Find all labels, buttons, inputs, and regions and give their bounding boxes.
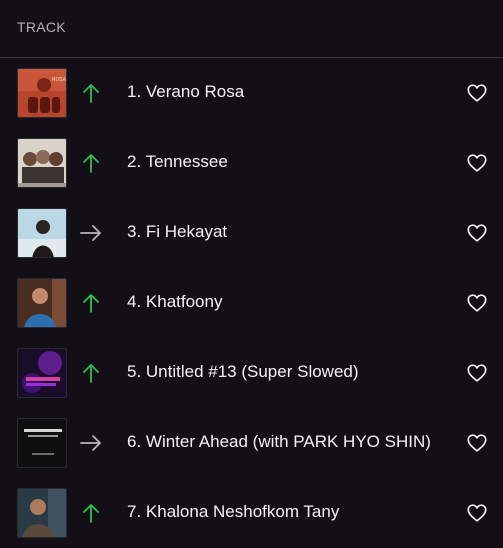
album-art[interactable]: ROSA: [17, 68, 67, 118]
album-art[interactable]: [17, 418, 67, 468]
track-row[interactable]: ROSA 1. Verano Rosa: [0, 58, 503, 128]
track-row[interactable]: 4. Khatfoony: [0, 268, 503, 338]
track-title[interactable]: 6. Winter Ahead (with PARK HYO SHIN): [127, 432, 447, 452]
track-title[interactable]: 4. Khatfoony: [127, 292, 447, 312]
trend-up-icon: [78, 80, 104, 106]
track-list-header: TRACK: [0, 0, 503, 58]
album-art[interactable]: [17, 208, 67, 258]
track-title[interactable]: 1. Verano Rosa: [127, 82, 447, 102]
trend-up-icon: [78, 360, 104, 386]
heart-icon[interactable]: [466, 502, 488, 524]
trend-same-icon: [78, 430, 104, 456]
track-row[interactable]: 2. Tennessee: [0, 128, 503, 198]
trend-up-icon: [78, 500, 104, 526]
trend-same-icon: [78, 220, 104, 246]
album-art[interactable]: [17, 278, 67, 328]
heart-icon[interactable]: [466, 152, 488, 174]
track-row[interactable]: 3. Fi Hekayat: [0, 198, 503, 268]
track-row[interactable]: 5. Untitled #13 (Super Slowed): [0, 338, 503, 408]
heart-icon[interactable]: [466, 362, 488, 384]
track-title[interactable]: 2. Tennessee: [127, 152, 447, 172]
track-title[interactable]: 3. Fi Hekayat: [127, 222, 447, 242]
heart-icon[interactable]: [466, 82, 488, 104]
track-title[interactable]: 5. Untitled #13 (Super Slowed): [127, 362, 447, 382]
heart-icon[interactable]: [466, 432, 488, 454]
trend-up-icon: [78, 150, 104, 176]
heart-icon[interactable]: [466, 222, 488, 244]
track-row[interactable]: 6. Winter Ahead (with PARK HYO SHIN): [0, 408, 503, 478]
heart-icon[interactable]: [466, 292, 488, 314]
trend-up-icon: [78, 290, 104, 316]
svg-text:ROSA: ROSA: [52, 77, 67, 83]
column-header-track: TRACK: [17, 19, 66, 35]
album-art[interactable]: [17, 348, 67, 398]
album-art[interactable]: [17, 488, 67, 538]
track-title[interactable]: 7. Khalona Neshofkom Tany: [127, 502, 447, 522]
track-row[interactable]: 7. Khalona Neshofkom Tany: [0, 478, 503, 548]
album-art[interactable]: [17, 138, 67, 188]
